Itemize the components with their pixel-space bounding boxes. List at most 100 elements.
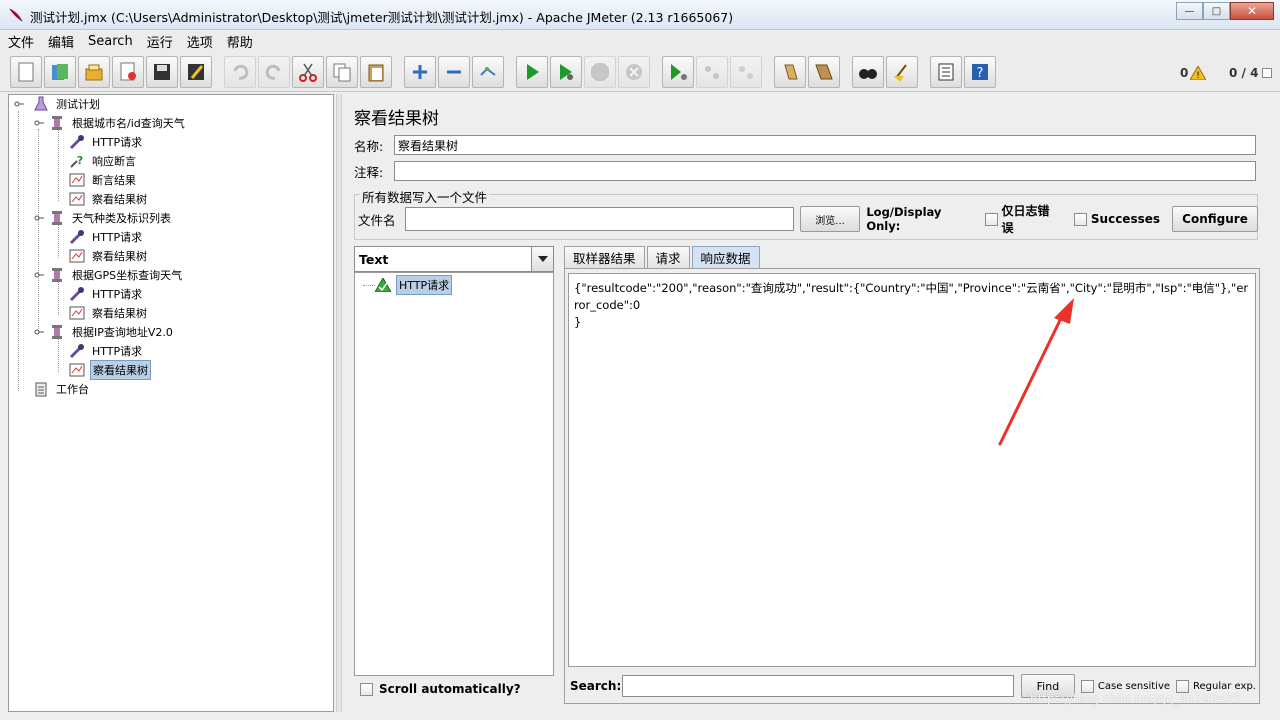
tree-label: 根据城市名/id查询天气 <box>72 117 185 130</box>
help-icon[interactable]: ? <box>964 56 996 88</box>
tree-node-assertion-results[interactable]: 断言结果 <box>69 171 138 189</box>
response-text[interactable]: {"resultcode":"200","reason":"查询成功","res… <box>568 273 1256 667</box>
tree-node-thread-group[interactable]: 根据城市名/id查询天气 <box>33 114 187 132</box>
regular-exp-label: Regular exp. <box>1193 680 1256 692</box>
response-data-pane: {"resultcode":"200","reason":"查询成功","res… <box>564 268 1260 704</box>
templates-icon[interactable] <box>44 56 76 88</box>
chevron-down-icon[interactable] <box>531 247 553 271</box>
tree-node-response-assertion[interactable]: ? 响应断言 <box>69 152 138 170</box>
browse-button[interactable]: 浏览... <box>799 206 861 232</box>
errors-only-checkbox[interactable] <box>984 212 998 226</box>
tree-node-view-results-tree[interactable]: 察看结果树 <box>69 190 149 208</box>
toggle-icon[interactable] <box>472 56 504 88</box>
undo-icon[interactable] <box>224 56 256 88</box>
menu-options[interactable]: 选项 <box>187 32 213 51</box>
sample-results-tree[interactable]: HTTP请求 <box>354 272 554 676</box>
close-file-icon[interactable] <box>112 56 144 88</box>
expanded-toggle-icon[interactable] <box>33 267 45 283</box>
function-helper-icon[interactable] <box>930 56 962 88</box>
tree-node-view-results-tree[interactable]: 察看结果树 <box>69 304 149 322</box>
expanded-toggle-icon[interactable] <box>13 96 25 112</box>
regular-exp-checkbox[interactable] <box>1176 679 1190 693</box>
copy-icon[interactable] <box>326 56 358 88</box>
open-icon[interactable] <box>78 56 110 88</box>
listener-chart-icon <box>69 362 85 378</box>
case-sensitive-option: Case sensitive <box>1080 679 1171 693</box>
save-as-icon[interactable] <box>180 56 212 88</box>
comment-field[interactable] <box>394 161 1256 181</box>
tree-label: HTTP请求 <box>92 136 143 149</box>
paste-icon[interactable] <box>360 56 392 88</box>
maximize-button[interactable]: □ <box>1203 2 1230 20</box>
start-icon[interactable] <box>516 56 548 88</box>
expanded-toggle-icon[interactable] <box>33 115 45 131</box>
tree-label: HTTP请求 <box>92 288 143 301</box>
menu-file[interactable]: 文件 <box>8 32 34 51</box>
remote-stop-icon[interactable] <box>696 56 728 88</box>
tab-sampler-result[interactable]: 取样器结果 <box>564 246 645 268</box>
menu-bar: 文件 编辑 Search 运行 选项 帮助 <box>0 30 1280 52</box>
tree-node-workbench[interactable]: 工作台 <box>33 380 91 398</box>
tree-node-view-results-tree[interactable]: 察看结果树 <box>69 247 149 265</box>
new-icon[interactable] <box>10 56 42 88</box>
reset-search-broom-icon[interactable] <box>886 56 918 88</box>
splitter[interactable] <box>336 94 342 712</box>
listener-chart-icon <box>69 248 85 264</box>
minimize-button[interactable]: — <box>1176 2 1203 20</box>
view-results-tree-panel: 察看结果树 名称: 注释: 所有数据写入一个文件 文件名 浏览... Log/D… <box>344 94 1272 712</box>
search-input[interactable] <box>621 675 1014 697</box>
tab-response-data[interactable]: 响应数据 <box>691 246 760 268</box>
search-binoculars-icon[interactable] <box>852 56 884 88</box>
save-icon[interactable] <box>146 56 178 88</box>
tree-label: 响应断言 <box>92 155 136 168</box>
renderer-select[interactable]: Text <box>354 246 554 272</box>
menu-search[interactable]: Search <box>88 34 133 49</box>
case-sensitive-checkbox[interactable] <box>1080 679 1094 693</box>
sample-http-request[interactable]: HTTP请求 <box>375 275 453 295</box>
tab-request[interactable]: 请求 <box>646 246 690 268</box>
redo-icon[interactable] <box>258 56 290 88</box>
tree-node-http-request[interactable]: HTTP请求 <box>69 133 144 151</box>
stop-icon[interactable] <box>584 56 616 88</box>
tree-label: 根据IP查询地址V2.0 <box>72 326 173 339</box>
tree-node-test-plan[interactable]: 测试计划 <box>13 95 102 113</box>
search-label: Search: <box>570 679 622 693</box>
tree-node-http-request[interactable]: HTTP请求 <box>69 342 144 360</box>
tree-label: 天气种类及标识列表 <box>72 212 171 225</box>
scroll-auto-checkbox[interactable] <box>360 682 373 696</box>
sampler-pipette-icon <box>69 286 85 302</box>
start-no-pauses-icon[interactable] <box>550 56 582 88</box>
thread-group-spool-icon <box>49 267 65 283</box>
clear-icon[interactable] <box>774 56 806 88</box>
tree-node-view-results-tree-selected[interactable]: 察看结果树 <box>69 360 151 380</box>
test-plan-tree[interactable]: 测试计划 根据城市名/id查询天气 HTTP请求 ? 响应断言 断言结果 察看结… <box>8 94 334 712</box>
shutdown-icon[interactable] <box>618 56 650 88</box>
filename-field[interactable] <box>404 207 794 231</box>
cut-icon[interactable] <box>292 56 324 88</box>
menu-edit[interactable]: 编辑 <box>48 32 74 51</box>
status-indicator <box>1262 68 1272 78</box>
remote-shutdown-icon[interactable] <box>730 56 762 88</box>
configure-button[interactable]: Configure <box>1172 206 1258 232</box>
menu-help[interactable]: 帮助 <box>227 32 253 51</box>
name-row: 名称: <box>354 134 1256 156</box>
expand-all-icon[interactable] <box>404 56 436 88</box>
tree-node-http-request[interactable]: HTTP请求 <box>69 228 144 246</box>
warning-icon: ! <box>1190 66 1206 80</box>
close-button[interactable]: ✕ <box>1230 2 1274 20</box>
successes-checkbox[interactable] <box>1074 212 1087 226</box>
collapse-all-icon[interactable] <box>438 56 470 88</box>
tree-node-http-request[interactable]: HTTP请求 <box>69 285 144 303</box>
menu-run[interactable]: 运行 <box>147 32 173 51</box>
remote-start-icon[interactable] <box>662 56 694 88</box>
tree-node-thread-group[interactable]: 天气种类及标识列表 <box>33 209 173 227</box>
name-field[interactable] <box>394 135 1256 155</box>
filename-label: 文件名 <box>358 212 396 228</box>
expanded-toggle-icon[interactable] <box>33 210 45 226</box>
tree-label: HTTP请求 <box>92 345 143 358</box>
expanded-toggle-icon[interactable] <box>33 324 45 340</box>
tree-node-thread-group[interactable]: 根据GPS坐标查询天气 <box>33 266 184 284</box>
case-sensitive-label: Case sensitive <box>1097 680 1171 692</box>
tree-node-thread-group[interactable]: 根据IP查询地址V2.0 <box>33 323 175 341</box>
clear-all-icon[interactable] <box>808 56 840 88</box>
